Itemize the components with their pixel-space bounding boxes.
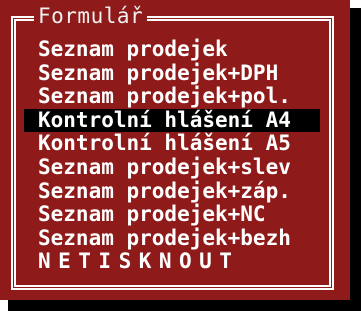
menu-item-seznam-prodejek[interactable]: Seznam prodejek [28,38,348,62]
window-shadow-bottom [8,300,361,311]
window-shadow-right [350,8,361,311]
menu-item-netisknout[interactable]: NETISKNOUT [28,250,348,274]
form-menu: Seznam prodejek Seznam prodejek+DPH Sezn… [24,38,348,274]
menu-item-seznam-prodejek-bezh[interactable]: Seznam prodejek+bezh [28,227,348,251]
dialog-title: Formulář [34,4,148,28]
menu-item-seznam-prodejek-pol[interactable]: Seznam prodejek+pol. [28,85,348,109]
menu-item-seznam-prodejek-slev[interactable]: Seznam prodejek+slev [28,156,348,180]
menu-item-kontrolni-hlaseni-a5[interactable]: Kontrolní hlášení A5 [28,132,348,156]
menu-item-seznam-prodejek-zap[interactable]: Seznam prodejek+záp. [28,180,348,204]
menu-item-seznam-prodejek-nc[interactable]: Seznam prodejek+NC [28,203,348,227]
menu-item-seznam-prodejek-dph[interactable]: Seznam prodejek+DPH [28,62,348,86]
formular-dialog: Formulář Seznam prodejek Seznam prodejek… [0,0,350,300]
menu-item-kontrolni-hlaseni-a4[interactable]: Kontrolní hlášení A4 [24,108,320,133]
